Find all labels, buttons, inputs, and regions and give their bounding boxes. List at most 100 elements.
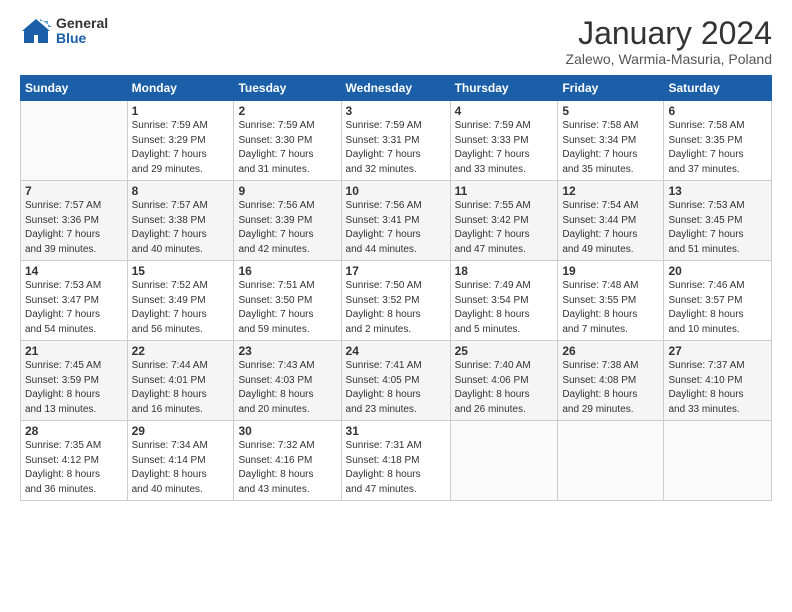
calendar-week-row: 28Sunrise: 7:35 AMSunset: 4:12 PMDayligh…: [21, 421, 772, 501]
logo-text: General Blue: [56, 16, 108, 47]
weekday-header: Tuesday: [234, 76, 341, 101]
logo-icon: [20, 17, 52, 45]
day-number: 24: [346, 344, 446, 358]
calendar-body: 1Sunrise: 7:59 AMSunset: 3:29 PMDaylight…: [21, 101, 772, 501]
day-number: 18: [455, 264, 554, 278]
calendar-cell: 22Sunrise: 7:44 AMSunset: 4:01 PMDayligh…: [127, 341, 234, 421]
day-number: 1: [132, 104, 230, 118]
calendar-cell: 20Sunrise: 7:46 AMSunset: 3:57 PMDayligh…: [664, 261, 772, 341]
calendar-cell: 30Sunrise: 7:32 AMSunset: 4:16 PMDayligh…: [234, 421, 341, 501]
day-number: 30: [238, 424, 336, 438]
calendar-cell: [558, 421, 664, 501]
header-row: SundayMondayTuesdayWednesdayThursdayFrid…: [21, 76, 772, 101]
calendar-cell: 18Sunrise: 7:49 AMSunset: 3:54 PMDayligh…: [450, 261, 558, 341]
calendar-cell: 25Sunrise: 7:40 AMSunset: 4:06 PMDayligh…: [450, 341, 558, 421]
day-info: Sunrise: 7:41 AMSunset: 4:05 PMDaylight:…: [346, 359, 446, 417]
calendar-cell: 16Sunrise: 7:51 AMSunset: 3:50 PMDayligh…: [234, 261, 341, 341]
calendar-cell: 11Sunrise: 7:55 AMSunset: 3:42 PMDayligh…: [450, 181, 558, 261]
day-number: 2: [238, 104, 336, 118]
calendar-header: SundayMondayTuesdayWednesdayThursdayFrid…: [21, 76, 772, 101]
calendar-cell: 8Sunrise: 7:57 AMSunset: 3:38 PMDaylight…: [127, 181, 234, 261]
calendar-cell: 13Sunrise: 7:53 AMSunset: 3:45 PMDayligh…: [664, 181, 772, 261]
day-info: Sunrise: 7:53 AMSunset: 3:45 PMDaylight:…: [668, 199, 767, 257]
day-number: 20: [668, 264, 767, 278]
day-number: 13: [668, 184, 767, 198]
calendar-cell: 6Sunrise: 7:58 AMSunset: 3:35 PMDaylight…: [664, 101, 772, 181]
day-number: 28: [25, 424, 123, 438]
calendar-week-row: 1Sunrise: 7:59 AMSunset: 3:29 PMDaylight…: [21, 101, 772, 181]
calendar-cell: 2Sunrise: 7:59 AMSunset: 3:30 PMDaylight…: [234, 101, 341, 181]
day-number: 14: [25, 264, 123, 278]
calendar-cell: 1Sunrise: 7:59 AMSunset: 3:29 PMDaylight…: [127, 101, 234, 181]
day-info: Sunrise: 7:56 AMSunset: 3:39 PMDaylight:…: [238, 199, 336, 257]
day-info: Sunrise: 7:37 AMSunset: 4:10 PMDaylight:…: [668, 359, 767, 417]
day-number: 23: [238, 344, 336, 358]
day-info: Sunrise: 7:35 AMSunset: 4:12 PMDaylight:…: [25, 439, 123, 497]
day-info: Sunrise: 7:32 AMSunset: 4:16 PMDaylight:…: [238, 439, 336, 497]
day-number: 4: [455, 104, 554, 118]
day-info: Sunrise: 7:50 AMSunset: 3:52 PMDaylight:…: [346, 279, 446, 337]
day-info: Sunrise: 7:46 AMSunset: 3:57 PMDaylight:…: [668, 279, 767, 337]
day-info: Sunrise: 7:56 AMSunset: 3:41 PMDaylight:…: [346, 199, 446, 257]
day-info: Sunrise: 7:59 AMSunset: 3:31 PMDaylight:…: [346, 119, 446, 177]
calendar-cell: 4Sunrise: 7:59 AMSunset: 3:33 PMDaylight…: [450, 101, 558, 181]
day-number: 12: [562, 184, 659, 198]
logo-blue: Blue: [56, 31, 108, 46]
day-info: Sunrise: 7:38 AMSunset: 4:08 PMDaylight:…: [562, 359, 659, 417]
day-number: 10: [346, 184, 446, 198]
logo: General Blue: [20, 16, 108, 47]
calendar-cell: 31Sunrise: 7:31 AMSunset: 4:18 PMDayligh…: [341, 421, 450, 501]
day-number: 31: [346, 424, 446, 438]
calendar-cell: 23Sunrise: 7:43 AMSunset: 4:03 PMDayligh…: [234, 341, 341, 421]
day-number: 5: [562, 104, 659, 118]
calendar-cell: [21, 101, 128, 181]
calendar-cell: 27Sunrise: 7:37 AMSunset: 4:10 PMDayligh…: [664, 341, 772, 421]
day-info: Sunrise: 7:48 AMSunset: 3:55 PMDaylight:…: [562, 279, 659, 337]
day-info: Sunrise: 7:58 AMSunset: 3:35 PMDaylight:…: [668, 119, 767, 177]
weekday-header: Wednesday: [341, 76, 450, 101]
day-number: 19: [562, 264, 659, 278]
calendar-week-row: 14Sunrise: 7:53 AMSunset: 3:47 PMDayligh…: [21, 261, 772, 341]
calendar-cell: 24Sunrise: 7:41 AMSunset: 4:05 PMDayligh…: [341, 341, 450, 421]
logo-general: General: [56, 16, 108, 31]
header: General Blue January 2024 Zalewo, Warmia…: [20, 16, 772, 67]
day-info: Sunrise: 7:59 AMSunset: 3:29 PMDaylight:…: [132, 119, 230, 177]
day-info: Sunrise: 7:59 AMSunset: 3:30 PMDaylight:…: [238, 119, 336, 177]
day-number: 11: [455, 184, 554, 198]
weekday-header: Friday: [558, 76, 664, 101]
day-info: Sunrise: 7:44 AMSunset: 4:01 PMDaylight:…: [132, 359, 230, 417]
calendar-cell: 7Sunrise: 7:57 AMSunset: 3:36 PMDaylight…: [21, 181, 128, 261]
calendar-title: January 2024: [566, 16, 772, 51]
calendar-cell: 28Sunrise: 7:35 AMSunset: 4:12 PMDayligh…: [21, 421, 128, 501]
day-number: 9: [238, 184, 336, 198]
day-number: 29: [132, 424, 230, 438]
calendar-cell: 9Sunrise: 7:56 AMSunset: 3:39 PMDaylight…: [234, 181, 341, 261]
day-info: Sunrise: 7:55 AMSunset: 3:42 PMDaylight:…: [455, 199, 554, 257]
weekday-header: Saturday: [664, 76, 772, 101]
day-info: Sunrise: 7:52 AMSunset: 3:49 PMDaylight:…: [132, 279, 230, 337]
calendar-cell: 19Sunrise: 7:48 AMSunset: 3:55 PMDayligh…: [558, 261, 664, 341]
day-number: 25: [455, 344, 554, 358]
day-info: Sunrise: 7:43 AMSunset: 4:03 PMDaylight:…: [238, 359, 336, 417]
calendar-cell: 21Sunrise: 7:45 AMSunset: 3:59 PMDayligh…: [21, 341, 128, 421]
calendar-week-row: 7Sunrise: 7:57 AMSunset: 3:36 PMDaylight…: [21, 181, 772, 261]
calendar-cell: 29Sunrise: 7:34 AMSunset: 4:14 PMDayligh…: [127, 421, 234, 501]
day-info: Sunrise: 7:53 AMSunset: 3:47 PMDaylight:…: [25, 279, 123, 337]
day-number: 6: [668, 104, 767, 118]
day-number: 15: [132, 264, 230, 278]
calendar-cell: 26Sunrise: 7:38 AMSunset: 4:08 PMDayligh…: [558, 341, 664, 421]
calendar-cell: 10Sunrise: 7:56 AMSunset: 3:41 PMDayligh…: [341, 181, 450, 261]
day-number: 8: [132, 184, 230, 198]
day-number: 7: [25, 184, 123, 198]
calendar-cell: 3Sunrise: 7:59 AMSunset: 3:31 PMDaylight…: [341, 101, 450, 181]
day-info: Sunrise: 7:34 AMSunset: 4:14 PMDaylight:…: [132, 439, 230, 497]
page: General Blue January 2024 Zalewo, Warmia…: [0, 0, 792, 612]
day-info: Sunrise: 7:59 AMSunset: 3:33 PMDaylight:…: [455, 119, 554, 177]
title-block: January 2024 Zalewo, Warmia-Masuria, Pol…: [566, 16, 772, 67]
day-info: Sunrise: 7:54 AMSunset: 3:44 PMDaylight:…: [562, 199, 659, 257]
calendar-cell: 5Sunrise: 7:58 AMSunset: 3:34 PMDaylight…: [558, 101, 664, 181]
day-info: Sunrise: 7:57 AMSunset: 3:36 PMDaylight:…: [25, 199, 123, 257]
weekday-header: Thursday: [450, 76, 558, 101]
calendar-cell: 14Sunrise: 7:53 AMSunset: 3:47 PMDayligh…: [21, 261, 128, 341]
day-info: Sunrise: 7:51 AMSunset: 3:50 PMDaylight:…: [238, 279, 336, 337]
